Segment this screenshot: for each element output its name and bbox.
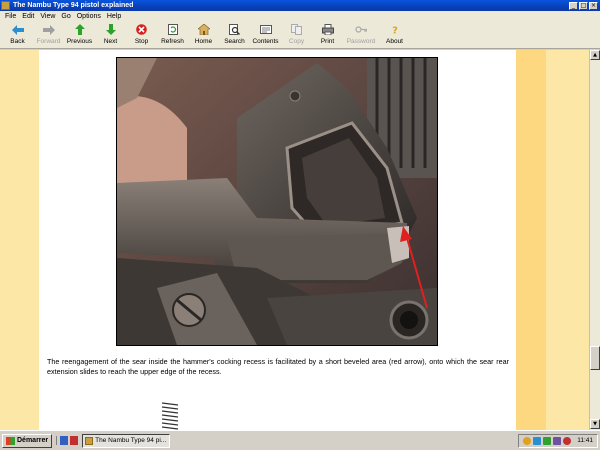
page-content: The reengagement of the sear inside the … (0, 50, 589, 430)
task-label: The Nambu Type 94 pi... (95, 437, 167, 444)
menu-bar: File Edit View Go Options Help (0, 11, 600, 21)
scroll-up-icon[interactable]: ▲ (590, 50, 600, 60)
tray-app-icon[interactable] (553, 436, 562, 445)
copy-label: Copy (288, 38, 305, 45)
stop-label: Stop (134, 38, 149, 45)
menu-edit[interactable]: Edit (19, 13, 37, 20)
search-label: Search (224, 38, 245, 45)
scroll-thumb[interactable] (590, 346, 600, 370)
home-icon (197, 24, 210, 35)
next-button[interactable]: Next (95, 21, 126, 49)
print-icon (321, 24, 334, 35)
about-label: About (386, 38, 403, 45)
left-margin (0, 50, 39, 430)
quick-launch (56, 436, 79, 445)
about-icon: ? (389, 24, 401, 36)
toolbar: Back Forward Previous Next Stop Refresh (0, 21, 600, 49)
help-app-icon (85, 436, 94, 445)
menu-options[interactable]: Options (74, 13, 104, 20)
start-label: Démarrer (17, 437, 49, 444)
taskbar: Démarrer The Nambu Type 94 pi... 11:41 (0, 430, 600, 450)
search-button[interactable]: Search (219, 21, 250, 49)
stop-icon (136, 24, 148, 35)
menu-file[interactable]: File (2, 13, 19, 20)
tray-network-icon[interactable] (523, 436, 532, 445)
copy-icon (291, 24, 303, 35)
refresh-icon (167, 24, 179, 35)
vertical-scrollbar[interactable]: ▲ ▼ (589, 50, 600, 430)
next-label: Next (103, 38, 118, 45)
spring-image (160, 401, 180, 430)
start-button[interactable]: Démarrer (2, 433, 53, 448)
title-bar: The Nambu Type 94 pistol explained _ □ × (0, 0, 600, 11)
tray-security-icon[interactable] (543, 436, 552, 445)
arrow-right-icon (42, 24, 55, 35)
close-button[interactable]: × (589, 1, 598, 10)
right-margin-band (516, 50, 546, 430)
about-button[interactable]: ? About (379, 21, 410, 49)
menu-view[interactable]: View (37, 13, 58, 20)
previous-button[interactable]: Previous (64, 21, 95, 49)
copy-button[interactable]: Copy (281, 21, 312, 49)
back-label: Back (10, 38, 25, 45)
tray-alert-icon[interactable] (563, 436, 572, 445)
print-label: Print (320, 38, 335, 45)
contents-label: Contents (252, 38, 279, 45)
password-label: Password (346, 38, 376, 45)
home-button[interactable]: Home (188, 21, 219, 49)
photo-caption: The reengagement of the sear inside the … (47, 357, 509, 376)
desktop-icon[interactable] (60, 436, 69, 445)
svg-text:?: ? (392, 26, 398, 36)
home-label: Home (194, 38, 213, 45)
search-icon (229, 24, 241, 35)
app-launch-icon[interactable] (70, 436, 79, 445)
back-button[interactable]: Back (2, 21, 33, 49)
arrow-up-icon (74, 24, 86, 35)
clock: 11:41 (577, 437, 593, 444)
menu-help[interactable]: Help (104, 13, 124, 20)
window-controls: _ □ × (569, 1, 598, 10)
right-margin (516, 50, 589, 430)
previous-label: Previous (66, 38, 93, 45)
refresh-button[interactable]: Refresh (157, 21, 188, 49)
stop-button[interactable]: Stop (126, 21, 157, 49)
refresh-label: Refresh (161, 38, 184, 45)
forward-label: Forward (36, 38, 61, 45)
menu-go[interactable]: Go (58, 13, 73, 20)
scroll-down-icon[interactable]: ▼ (590, 419, 600, 429)
windows-logo-icon (6, 436, 15, 445)
mechanism-photo (116, 57, 438, 346)
tray-monitor-icon[interactable] (533, 436, 542, 445)
arrow-down-icon (105, 24, 117, 35)
password-button[interactable]: Password (343, 21, 379, 49)
maximize-button[interactable]: □ (579, 1, 588, 10)
window-title: The Nambu Type 94 pistol explained (13, 2, 134, 9)
minimize-button[interactable]: _ (569, 1, 578, 10)
contents-icon (259, 24, 272, 35)
print-button[interactable]: Print (312, 21, 343, 49)
arrow-left-icon (11, 24, 24, 35)
system-tray: 11:41 (518, 433, 598, 448)
task-help-viewer[interactable]: The Nambu Type 94 pi... (82, 433, 171, 448)
app-icon (1, 1, 10, 10)
forward-button[interactable]: Forward (33, 21, 64, 49)
password-icon (355, 24, 367, 35)
contents-button[interactable]: Contents (250, 21, 281, 49)
